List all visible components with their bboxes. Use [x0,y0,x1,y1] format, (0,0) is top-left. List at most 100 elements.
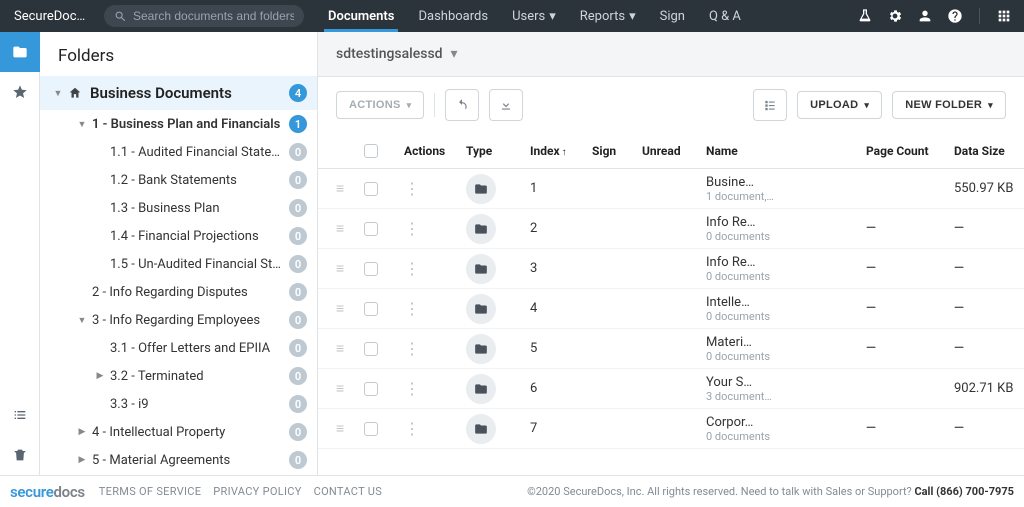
row-checkbox[interactable] [364,182,378,196]
tree-item[interactable]: 1.3 - Business Plan 0 [40,194,317,222]
table-row[interactable]: ≡ ⋮ 6 Your S… 3 document… 902.71 KB 04/2… [318,369,1024,409]
breadcrumb[interactable]: sdtestingsalessd▾ [336,46,458,62]
tab-dashboards[interactable]: Dashboards [406,0,500,32]
row-actions-menu[interactable]: ⋮ [404,385,466,393]
row-actions-menu[interactable]: ⋮ [404,185,466,193]
tab-qa[interactable]: Q & A [697,0,753,32]
col-unread[interactable]: Unread [642,144,706,158]
apps-grid-icon[interactable] [996,8,1012,24]
drag-handle-icon[interactable]: ≡ [336,220,364,237]
footer-privacy[interactable]: PRIVACY POLICY [213,485,301,498]
tree-item[interactable]: 6 - Your SecureDocs Trial 3 [40,474,317,475]
drag-handle-icon[interactable]: ≡ [336,340,364,357]
caret-right-icon[interactable]: ▶ [94,371,106,381]
row-checkbox[interactable] [364,302,378,316]
tree-item[interactable]: ▶ 4 - Intellectual Property 0 [40,418,317,446]
row-checkbox[interactable] [364,262,378,276]
col-type[interactable]: Type [466,144,530,158]
col-data-size[interactable]: Data Size [954,144,1024,158]
content-header: sdtestingsalessd▾ [318,32,1024,77]
drag-handle-icon[interactable]: ≡ [336,380,364,397]
tree-root[interactable]: ▼ Business Documents 4 [40,76,317,110]
table-row[interactable]: ≡ ⋮ 1 Busine… 1 document,… 550.97 KB 04/… [318,169,1024,209]
tree-item[interactable]: 1.2 - Bank Statements 0 [40,166,317,194]
flask-icon[interactable] [857,8,873,24]
table-row[interactable]: ≡ ⋮ 2 Info Re… 0 documents — — 04/24/202… [318,209,1024,249]
tree-item-label: 3.2 - Terminated [110,369,283,384]
tab-documents[interactable]: Documents [316,0,406,32]
table-row[interactable]: ≡ ⋮ 4 Intelle… 0 documents — — 04/24/202… [318,289,1024,329]
tab-sign[interactable]: Sign [648,0,697,32]
tree-item[interactable]: 2 - Info Regarding Disputes 0 [40,278,317,306]
col-name[interactable]: Name [706,144,866,158]
row-checkbox[interactable] [364,222,378,236]
col-actions[interactable]: Actions [404,144,466,158]
drag-handle-icon[interactable]: ≡ [336,300,364,317]
col-sign[interactable]: Sign [592,144,642,158]
help-icon[interactable] [947,8,963,24]
rail-trash[interactable] [0,435,40,475]
folder-tree: Folders ▼ Business Documents 4 ▼ 1 - Bus… [40,32,318,475]
tree-item[interactable]: ▶ 5 - Material Agreements 0 [40,446,317,474]
tree-item[interactable]: 1.4 - Financial Projections 0 [40,222,317,250]
row-page-count: — [866,221,954,236]
tree-item[interactable]: 3.1 - Offer Letters and EPIIA 0 [40,334,317,362]
undo-button[interactable] [445,89,479,121]
folder-type-icon [466,294,496,324]
table-row[interactable]: ≡ ⋮ 5 Materi… 0 documents — — 04/24/2020 [318,329,1024,369]
row-actions-menu[interactable]: ⋮ [404,265,466,273]
grid-list-icon [763,98,777,112]
caret-right-icon[interactable]: ▶ [76,455,88,465]
rail-favorites[interactable] [0,72,40,112]
row-checkbox[interactable] [364,342,378,356]
drag-handle-icon[interactable]: ≡ [336,420,364,437]
row-actions-menu[interactable]: ⋮ [404,305,466,313]
col-index[interactable]: Index↑ [530,144,592,158]
download-button[interactable] [489,89,523,121]
actions-button[interactable]: ACTIONS▾ [336,91,424,119]
caret-down-icon[interactable]: ▼ [76,119,88,130]
table-row[interactable]: ≡ ⋮ 3 Info Re… 0 documents — — 04/24/202… [318,249,1024,289]
gear-icon[interactable] [887,8,903,24]
col-page-count[interactable]: Page Count [866,144,954,158]
footer-contact[interactable]: CONTACT US [314,485,382,498]
caret-down-icon[interactable]: ▼ [76,315,88,326]
row-actions-menu[interactable]: ⋮ [404,345,466,353]
search-wrap[interactable] [104,5,304,27]
tree-item-count: 0 [289,339,307,357]
rail-list[interactable] [0,395,40,435]
row-checkbox[interactable] [364,382,378,396]
row-actions-menu[interactable]: ⋮ [404,425,466,433]
tab-users[interactable]: Users▾ [500,0,568,32]
footer-tos[interactable]: TERMS OF SERVICE [99,485,202,498]
drag-handle-icon[interactable]: ≡ [336,260,364,277]
tree-item-count: 0 [289,199,307,217]
drag-handle-icon[interactable]: ≡ [336,180,364,197]
upload-button[interactable]: UPLOAD▾ [797,91,882,119]
caret-right-icon[interactable]: ▶ [76,427,88,437]
nav-separator [979,8,980,24]
tree-item-label: 1.4 - Financial Projections [110,229,283,244]
select-all-checkbox[interactable] [364,144,378,158]
new-folder-button[interactable]: NEW FOLDER▾ [892,91,1006,119]
tab-reports[interactable]: Reports▾ [568,0,648,32]
tree-item-label: 5 - Material Agreements [92,453,283,468]
person-icon[interactable] [917,8,933,24]
tree-item[interactable]: 1.5 - Un-Audited Financial Sta… 0 [40,250,317,278]
tree-item[interactable]: ▼ 3 - Info Regarding Employees 0 [40,306,317,334]
tree-item[interactable]: 3.3 - i9 0 [40,390,317,418]
tree-item-count: 1 [289,115,307,133]
tree-item[interactable]: 1.1 - Audited Financial Statem… 0 [40,138,317,166]
footer-call[interactable]: Call (866) 700-7975 [914,485,1014,498]
tree-item[interactable]: ▼ 1 - Business Plan and Financials 1 [40,110,317,138]
tree-item[interactable]: ▶ 3.2 - Terminated 0 [40,362,317,390]
row-data-size: — [954,341,1024,356]
row-actions-menu[interactable]: ⋮ [404,225,466,233]
table-row[interactable]: ≡ ⋮ 7 Corpor… 0 documents — — 04/24/2020 [318,409,1024,449]
tree-item-label: 1.5 - Un-Audited Financial Sta… [110,257,283,272]
caret-down-icon[interactable]: ▼ [52,88,64,99]
search-input[interactable] [133,9,294,23]
view-toggle-button[interactable] [753,89,787,121]
row-checkbox[interactable] [364,422,378,436]
rail-folders[interactable] [0,32,40,72]
